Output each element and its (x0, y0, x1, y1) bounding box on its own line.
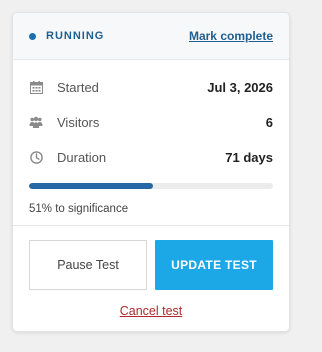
calendar-icon (29, 81, 43, 95)
action-buttons: Pause Test UPDATE TEST (13, 226, 289, 290)
stat-value: 71 days (225, 150, 273, 165)
progress-fill (29, 183, 154, 189)
stats-list: Started Jul 3, 2026 Visitors 6 Duration … (13, 60, 289, 175)
progress-bar (29, 183, 273, 189)
cancel-test-link[interactable]: Cancel test (120, 304, 183, 318)
progress-text: 51% to significance (29, 203, 129, 215)
mark-complete-link[interactable]: Mark complete (189, 29, 273, 43)
stat-row-started: Started Jul 3, 2026 (29, 70, 273, 105)
status-label: RUNNING (46, 30, 105, 42)
stat-label: Visitors (57, 115, 100, 130)
visitors-icon (29, 116, 43, 130)
status-indicator: RUNNING (29, 30, 104, 42)
stat-value: Jul 3, 2026 (207, 80, 273, 95)
update-test-button[interactable]: UPDATE TEST (155, 240, 273, 290)
progress-section: 51% to significance (13, 175, 289, 215)
stat-label: Started (57, 80, 99, 95)
stat-row-duration: Duration 71 days (29, 140, 273, 175)
test-status-card: RUNNING Mark complete Started Jul 3, 202… (12, 12, 290, 332)
stat-value: 6 (265, 115, 273, 130)
clock-icon (29, 151, 43, 165)
status-dot-icon (29, 32, 36, 40)
card-header: RUNNING Mark complete (13, 13, 289, 60)
stat-row-visitors: Visitors 6 (29, 105, 273, 140)
pause-test-button[interactable]: Pause Test (29, 240, 147, 290)
stat-label: Duration (57, 150, 107, 165)
